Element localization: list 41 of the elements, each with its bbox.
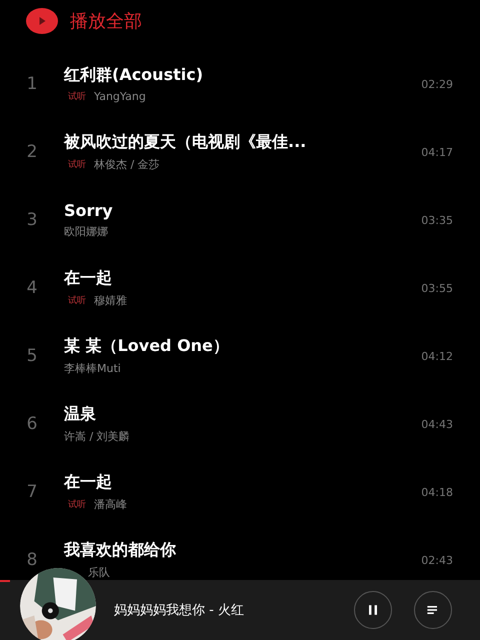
song-duration: 02:43 [420, 554, 454, 566]
playlist-button[interactable] [414, 591, 452, 629]
artist-name: 许嵩 / 刘美麟 [64, 429, 130, 444]
preview-tag: 试听 [68, 158, 86, 171]
play-all-button[interactable]: 播放全部 [70, 9, 142, 33]
preview-tag: 试听 [68, 498, 86, 511]
song-title[interactable]: 在一起 [64, 472, 393, 493]
song-title[interactable]: 某 某（Loved One） [64, 336, 393, 357]
song-title[interactable]: 红利群(Acoustic) [64, 65, 393, 86]
track-number: 2 [26, 142, 38, 162]
track-number: 4 [26, 278, 38, 298]
track-number: 3 [26, 210, 38, 230]
artist-name: YangYang [94, 90, 146, 103]
song-duration: 03:55 [420, 282, 454, 294]
track-number: 8 [26, 550, 38, 570]
song-title[interactable]: 温泉 [64, 404, 393, 425]
track-number: 1 [26, 74, 38, 94]
song-title[interactable]: Sorry [64, 201, 393, 220]
artist-name: 欧阳娜娜 [64, 224, 108, 239]
artist-name: 潘高峰 [94, 497, 127, 512]
pause-button[interactable] [354, 591, 392, 629]
track-number: 7 [26, 482, 38, 502]
song-duration: 04:12 [420, 350, 454, 362]
play-icon[interactable] [26, 8, 58, 34]
song-title[interactable]: 在一起 [64, 268, 393, 289]
song-title[interactable]: 被风吹过的夏天（电视剧《最佳... [64, 132, 393, 153]
song-duration: 04:43 [420, 418, 454, 430]
preview-tag: 试听 [68, 294, 86, 307]
song-title[interactable]: 我喜欢的都给你 [64, 540, 393, 561]
song-duration: 03:35 [420, 214, 454, 226]
song-duration: 02:29 [420, 78, 454, 90]
artist-name: 林俊杰 / 金莎 [94, 157, 160, 172]
artist-name: 穆婧雅 [94, 293, 127, 308]
song-duration: 04:18 [420, 486, 454, 498]
artist-name: 乐队 [88, 565, 110, 580]
now-playing-title: 妈妈妈妈我想你 - 火红 [114, 602, 245, 619]
preview-tag: 试听 [68, 90, 86, 103]
artist-name: 李棒棒Muti [64, 361, 121, 376]
track-number: 6 [26, 414, 38, 434]
track-number: 5 [26, 346, 38, 366]
song-duration: 04:17 [420, 146, 454, 158]
